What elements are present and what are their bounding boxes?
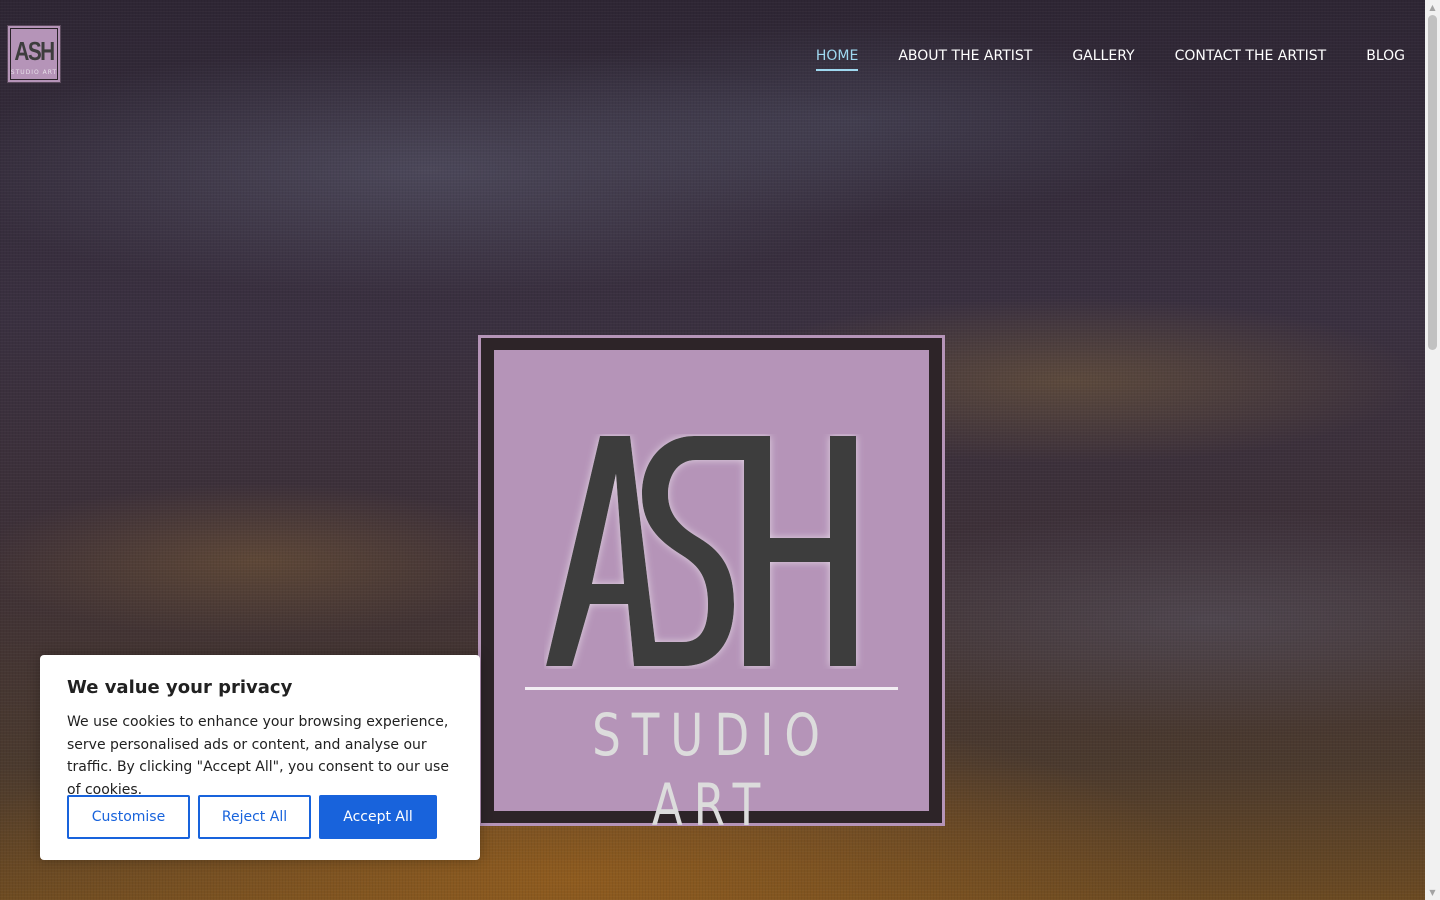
scroll-down-icon[interactable]: ▼ [1425,885,1440,900]
scrollbar-thumb[interactable] [1428,15,1437,350]
nav-home[interactable]: HOME [815,46,859,71]
page-scrollbar[interactable]: ▲ ▼ [1425,0,1440,900]
main-nav: HOME ABOUT THE ARTIST GALLERY CONTACT TH… [815,46,1405,71]
nav-about-the-artist[interactable]: ABOUT THE ARTIST [898,46,1032,71]
hero-logo-subtitle: STUDIO ART [592,701,831,839]
accept-all-button[interactable]: Accept All [319,795,437,839]
page: ASH STUDIO ART HOME ABOUT THE ARTIST GAL… [0,0,1440,900]
hero-logo-mark [546,436,856,666]
scroll-up-icon[interactable]: ▲ [1425,0,1440,15]
reject-all-button[interactable]: Reject All [198,795,311,839]
hero-logo-divider [525,687,898,690]
nav-contact-the-artist[interactable]: CONTACT THE ARTIST [1175,46,1327,71]
cookie-banner-message: We use cookies to enhance your browsing … [67,714,449,798]
hero-logo-panel: STUDIO ART [494,350,929,839]
site-logo[interactable]: ASH STUDIO ART [7,25,61,83]
hero-logo: STUDIO ART [478,335,945,839]
site-logo-subtitle: STUDIO ART [10,69,58,76]
site-logo-mark: ASH [14,36,55,66]
customise-button[interactable]: Customise [67,795,190,839]
cookie-banner: We value your privacy We use cookies to … [40,655,480,860]
nav-gallery[interactable]: GALLERY [1072,46,1134,71]
cookie-banner-actions: Customise Reject All Accept All [67,795,437,839]
cookie-banner-title: We value your privacy [67,677,293,698]
nav-blog[interactable]: BLOG [1366,46,1405,71]
